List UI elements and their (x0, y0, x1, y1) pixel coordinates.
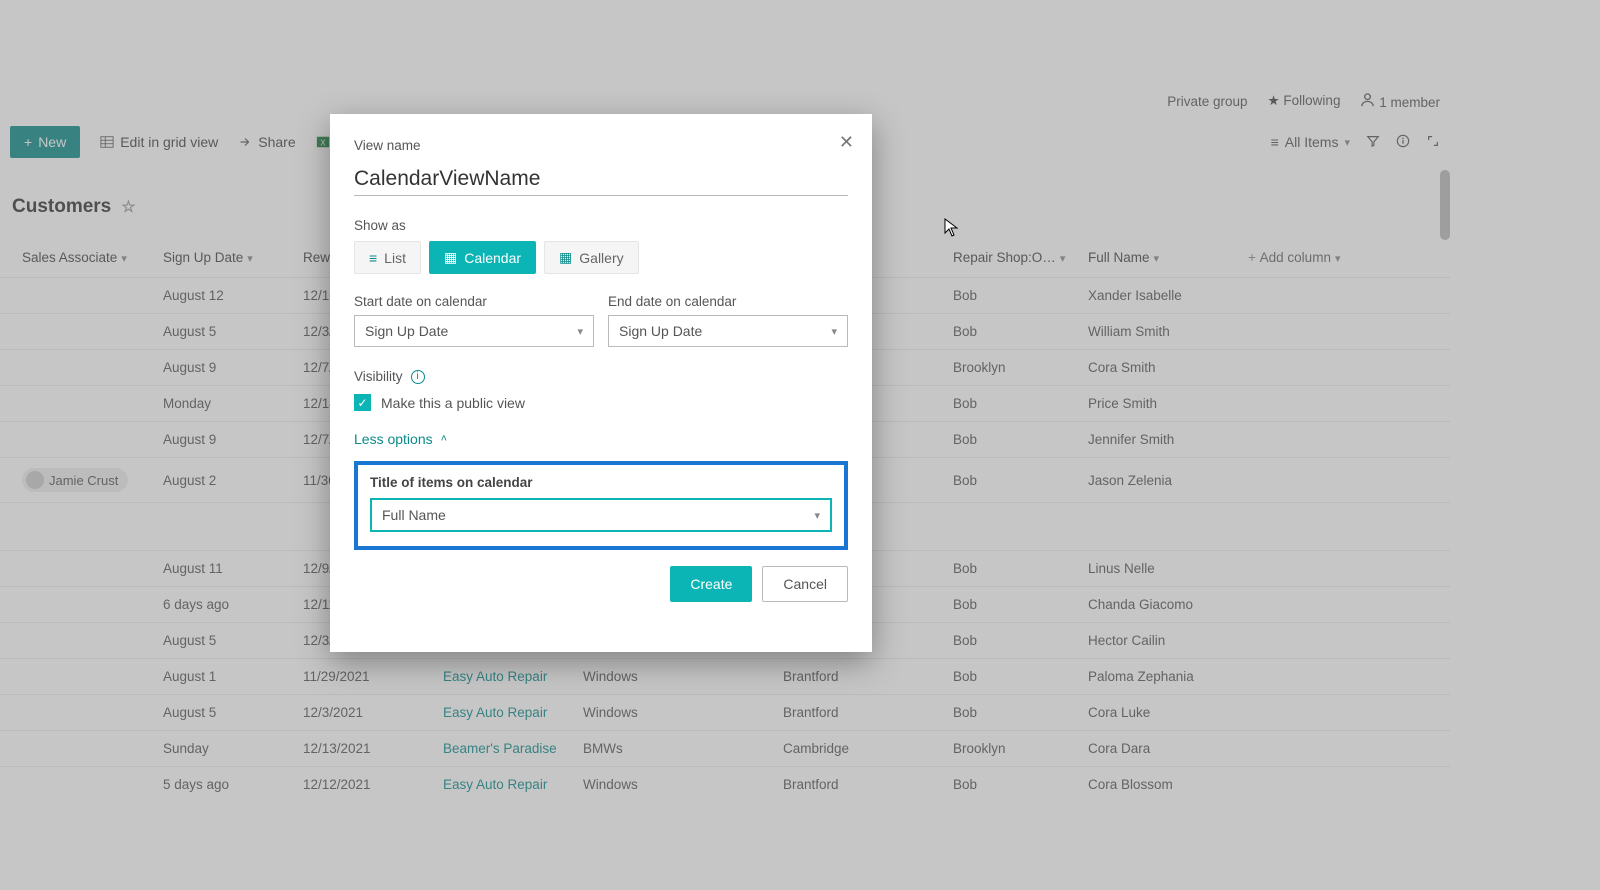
end-date-select[interactable]: Sign Up Date▾ (608, 315, 848, 347)
start-date-select[interactable]: Sign Up Date▾ (354, 315, 594, 347)
title-of-items-section: Title of items on calendar Full Name▾ (354, 461, 848, 550)
chevron-down-icon: ▾ (577, 325, 583, 338)
less-options-toggle[interactable]: Less options ˄ (354, 431, 848, 447)
title-of-items-select[interactable]: Full Name▾ (370, 498, 832, 532)
gallery-icon: ▦ (559, 249, 572, 266)
view-name-label: View name (354, 138, 848, 153)
show-as-gallery[interactable]: ▦Gallery (544, 241, 639, 274)
show-as-list[interactable]: ≡List (354, 241, 421, 274)
chevron-up-icon: ˄ (441, 433, 447, 445)
view-name-input[interactable] (354, 161, 848, 196)
cancel-button[interactable]: Cancel (762, 566, 848, 602)
create-view-dialog: ✕ View name Show as ≡List ▦Calendar ▦Gal… (330, 114, 872, 652)
title-of-items-label: Title of items on calendar (370, 475, 832, 490)
start-date-label: Start date on calendar (354, 294, 594, 309)
public-view-label: Make this a public view (381, 395, 525, 411)
list-lines-icon: ≡ (369, 250, 377, 266)
show-as-calendar[interactable]: ▦Calendar (429, 241, 536, 274)
create-button[interactable]: Create (670, 566, 752, 602)
chevron-down-icon: ▾ (831, 325, 837, 338)
visibility-label: Visibility (354, 369, 403, 384)
info-icon[interactable]: i (411, 370, 425, 384)
close-icon[interactable]: ✕ (839, 132, 854, 153)
show-as-label: Show as (354, 218, 848, 233)
end-date-label: End date on calendar (608, 294, 848, 309)
chevron-down-icon: ▾ (814, 509, 820, 522)
calendar-icon: ▦ (444, 249, 457, 266)
public-view-checkbox[interactable]: ✓ (354, 394, 371, 411)
